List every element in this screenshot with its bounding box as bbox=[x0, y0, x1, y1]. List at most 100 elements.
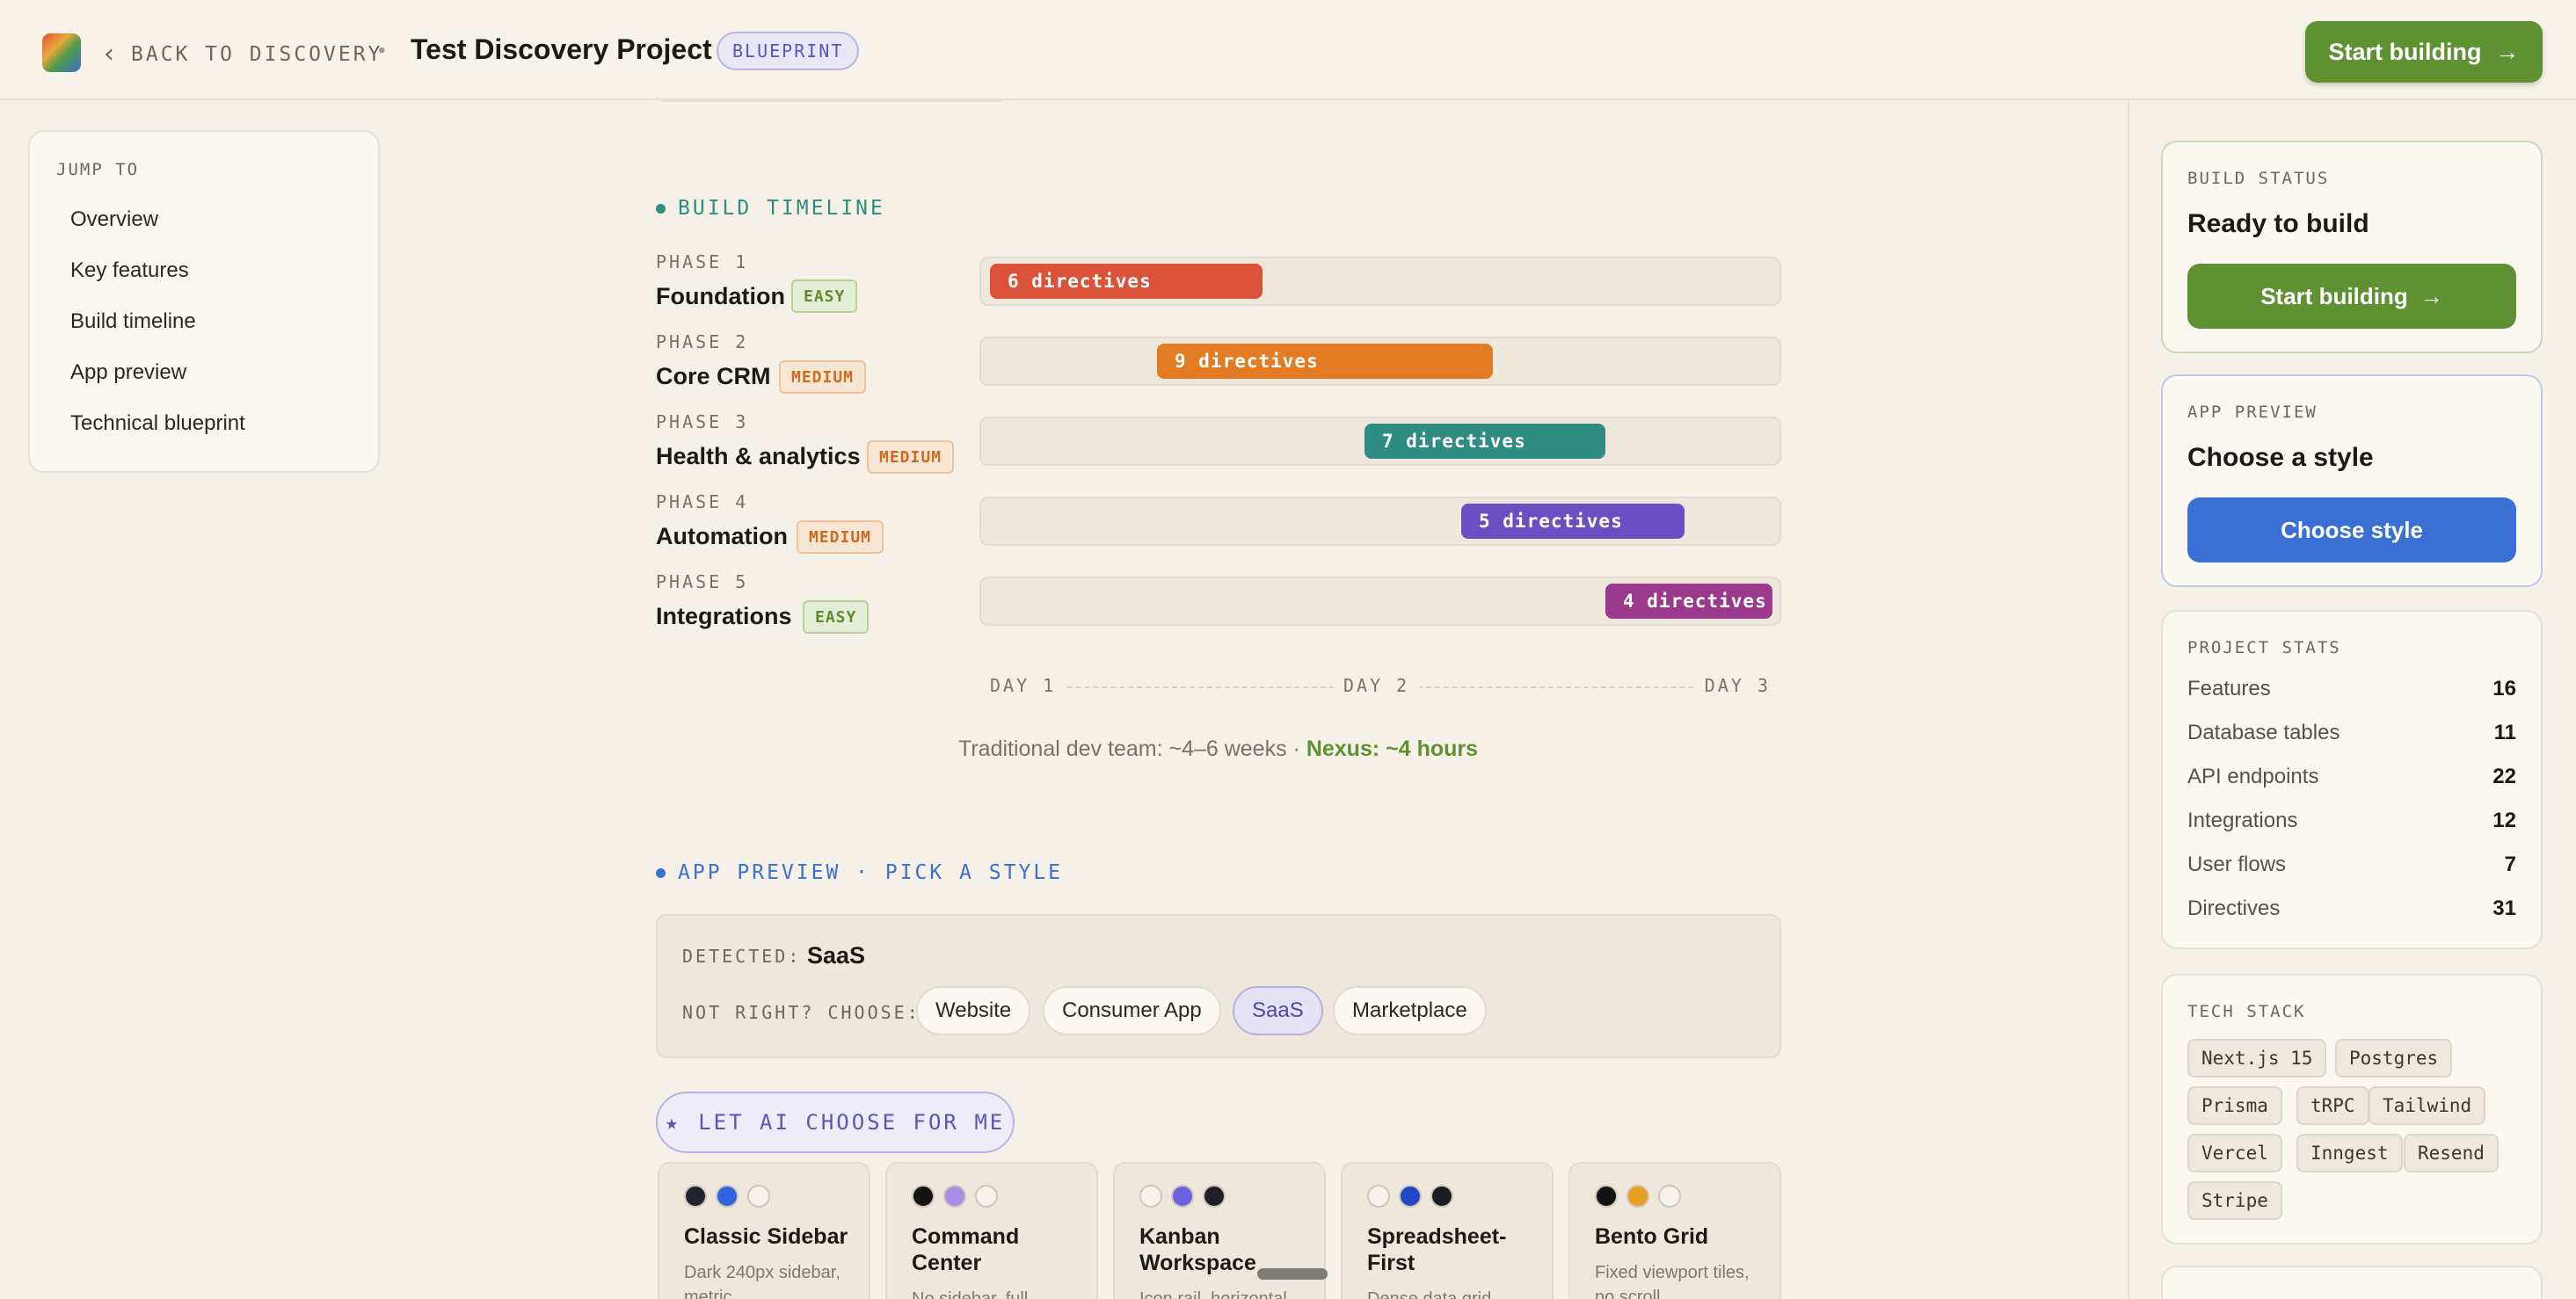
tech-chip-nextjs: Next.js 15 bbox=[2187, 1039, 2327, 1078]
jump-to-nav: JUMP TO Overview Key features Build time… bbox=[28, 130, 380, 473]
phase-5-difficulty-badge: EASY bbox=[803, 600, 870, 634]
build-timeline-heading: BUILD TIMELINE bbox=[656, 197, 885, 220]
phase-4-name: Automation bbox=[656, 523, 788, 549]
star-icon: ★ bbox=[665, 1110, 681, 1135]
let-ai-choose-label: LET AI CHOOSE FOR ME bbox=[698, 1110, 1006, 1135]
swatch-dark bbox=[1203, 1185, 1226, 1208]
arrow-right-icon: → bbox=[2495, 38, 2520, 65]
app-preview-card: APP PREVIEW Choose a style Choose style bbox=[2161, 374, 2543, 587]
style-card-bento-grid[interactable]: Bento Grid Fixed viewport tiles, no scro… bbox=[1568, 1162, 1781, 1299]
let-ai-choose-button[interactable]: ★ LET AI CHOOSE FOR ME bbox=[656, 1092, 1015, 1153]
phase-3-bar[interactable]: 7 directives bbox=[1364, 424, 1605, 459]
axis-tick-day-3: DAY 3 bbox=[1693, 675, 1781, 696]
build-timeline-title: BUILD TIMELINE bbox=[678, 197, 885, 220]
tech-chip-postgres: Postgres bbox=[2335, 1039, 2453, 1078]
detected-label: DETECTED: bbox=[682, 946, 802, 967]
swatch-light bbox=[747, 1185, 770, 1208]
stat-label: Features bbox=[2187, 677, 2271, 700]
comparison-traditional: Traditional dev team: ~4–6 weeks · bbox=[958, 737, 1306, 761]
blueprint-badge: BLUEPRINT bbox=[717, 32, 860, 70]
project-stats-label: PROJECT STATS bbox=[2187, 638, 2341, 657]
section-bullet-icon bbox=[656, 203, 666, 214]
stat-value: 31 bbox=[2492, 896, 2516, 920]
swatch-black bbox=[1595, 1185, 1618, 1208]
swatch-blue bbox=[716, 1185, 739, 1208]
swatch-amber bbox=[1626, 1185, 1649, 1208]
phase-2-bar[interactable]: 9 directives bbox=[1157, 344, 1493, 379]
swatch-lavender bbox=[943, 1185, 966, 1208]
phase-1-track: 6 directives bbox=[979, 257, 1781, 306]
tech-chip-tailwind: Tailwind bbox=[2369, 1086, 2486, 1125]
phase-4-track: 5 directives bbox=[979, 497, 1781, 546]
style-name: Classic Sidebar bbox=[684, 1224, 848, 1249]
start-building-sidebar-button[interactable]: Start building → bbox=[2187, 264, 2516, 329]
breadcrumb-separator: • bbox=[378, 39, 386, 62]
phase-4-bar[interactable]: 5 directives bbox=[1461, 504, 1685, 539]
project-stats-card: PROJECT STATS Features 16 Database tables… bbox=[2161, 610, 2543, 949]
jump-item-key-features[interactable]: Key features bbox=[70, 258, 189, 283]
jump-item-build-timeline[interactable]: Build timeline bbox=[70, 309, 196, 334]
next-card-edge bbox=[2161, 1266, 2543, 1299]
swatch-light bbox=[1658, 1185, 1681, 1208]
tech-chip-vercel: Vercel bbox=[2187, 1134, 2282, 1172]
option-website[interactable]: Website bbox=[916, 986, 1031, 1035]
app-type-detector: DETECTED: SaaS NOT RIGHT? CHOOSE: Websit… bbox=[656, 914, 1781, 1058]
start-building-button[interactable]: Start building → bbox=[2305, 21, 2543, 83]
app-preview-card-label: APP PREVIEW bbox=[2187, 403, 2318, 422]
swatch-light bbox=[1367, 1185, 1390, 1208]
swatch-dark bbox=[684, 1185, 707, 1208]
style-description: Icon rail, horizontal bbox=[1139, 1289, 1287, 1299]
phase-1-bar[interactable]: 6 directives bbox=[990, 264, 1263, 299]
stat-row-api-endpoints: API endpoints 22 bbox=[2187, 765, 2516, 789]
swatch-dark bbox=[1430, 1185, 1453, 1208]
app-preview-card-heading: Choose a style bbox=[2187, 443, 2374, 472]
stat-row-user-flows: User flows 7 bbox=[2187, 853, 2516, 877]
detected-value: SaaS bbox=[807, 942, 866, 969]
phase-5-bar[interactable]: 4 directives bbox=[1605, 584, 1772, 619]
jump-to-title: JUMP TO bbox=[56, 160, 140, 179]
comparison-nexus: Nexus: ~4 hours bbox=[1306, 737, 1479, 761]
stat-value: 7 bbox=[2504, 853, 2516, 876]
option-saas[interactable]: SaaS bbox=[1233, 986, 1323, 1035]
phase-5-name: Integrations bbox=[656, 603, 792, 629]
build-status-heading: Ready to build bbox=[2187, 209, 2369, 238]
tech-chip-resend: Resend bbox=[2404, 1134, 2499, 1172]
choose-style-label: Choose style bbox=[2281, 516, 2423, 543]
choose-style-button[interactable]: Choose style bbox=[2187, 497, 2516, 562]
previous-section-edge bbox=[656, 88, 1008, 102]
stat-label: User flows bbox=[2187, 853, 2287, 876]
app-logo[interactable] bbox=[42, 33, 81, 72]
style-description: Dark 240px sidebar, metric bbox=[684, 1263, 840, 1299]
horizontal-scroll-handle[interactable] bbox=[1257, 1268, 1328, 1280]
jump-item-app-preview[interactable]: App preview bbox=[70, 360, 186, 385]
top-bar: ‹ BACK TO DISCOVERY • Test Discovery Pro… bbox=[0, 0, 2576, 100]
start-building-label: Start building bbox=[2328, 38, 2482, 65]
phase-1-name: Foundation bbox=[656, 283, 785, 309]
phase-2-name: Core CRM bbox=[656, 363, 771, 389]
tech-chip-trpc: tRPC bbox=[2296, 1086, 2369, 1125]
style-description: Dense data grid bbox=[1367, 1289, 1492, 1299]
right-rail-divider bbox=[2128, 100, 2129, 1299]
style-card-spreadsheet-first[interactable]: Spreadsheet-First Dense data grid bbox=[1341, 1162, 1554, 1299]
style-card-command-center[interactable]: Command Center No sidebar, full bbox=[885, 1162, 1098, 1299]
tech-chip-prisma: Prisma bbox=[2187, 1086, 2282, 1125]
phase-3-name: Health & analytics bbox=[656, 443, 861, 469]
style-card-classic-sidebar[interactable]: Classic Sidebar Dark 240px sidebar, metr… bbox=[658, 1162, 870, 1299]
stat-label: Database tables bbox=[2187, 721, 2340, 744]
style-description: Fixed viewport tiles, no scroll bbox=[1595, 1263, 1750, 1299]
tech-chip-stripe: Stripe bbox=[2187, 1181, 2282, 1220]
option-consumer-app[interactable]: Consumer App bbox=[1043, 986, 1221, 1035]
stat-row-features: Features 16 bbox=[2187, 677, 2516, 701]
time-comparison: Traditional dev team: ~4–6 weeks · Nexus… bbox=[958, 737, 1478, 762]
option-marketplace[interactable]: Marketplace bbox=[1333, 986, 1487, 1035]
phase-5-label: PHASE 5 bbox=[656, 571, 749, 592]
stat-label: Directives bbox=[2187, 896, 2281, 920]
app-preview-heading: APP PREVIEW · PICK A STYLE bbox=[656, 861, 1063, 884]
page-title: Test Discovery Project bbox=[411, 33, 712, 65]
back-to-discovery-link[interactable]: ‹ BACK TO DISCOVERY bbox=[104, 39, 382, 69]
jump-item-overview[interactable]: Overview bbox=[70, 207, 158, 232]
jump-item-technical-blueprint[interactable]: Technical blueprint bbox=[70, 411, 245, 436]
phase-3-track: 7 directives bbox=[979, 417, 1781, 466]
section-bullet-icon bbox=[656, 867, 666, 878]
phase-2-difficulty-badge: MEDIUM bbox=[779, 360, 867, 394]
